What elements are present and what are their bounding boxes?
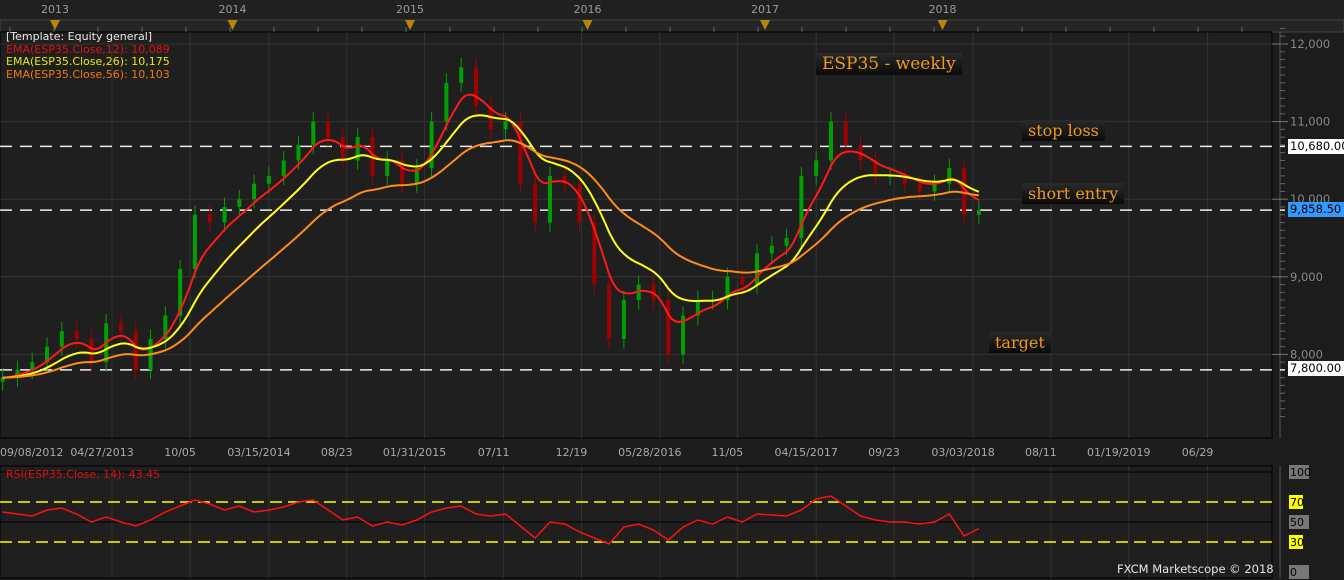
- candle-up: [814, 160, 819, 176]
- candle-down: [133, 331, 138, 370]
- date-tick-label: 07/11: [478, 446, 510, 459]
- candle-up: [237, 199, 242, 207]
- ema26-legend[interactable]: EMA(ESP35.Close,26): 10,175: [6, 55, 170, 69]
- year-label: 2015: [396, 3, 424, 16]
- year-label: 2014: [219, 3, 247, 16]
- chart-title-annotation[interactable]: ESP35 - weekly: [816, 53, 962, 75]
- rsi-tick-label: 30: [1290, 536, 1304, 549]
- candle-down: [607, 284, 612, 339]
- date-tick-label: 06/29: [1182, 446, 1214, 459]
- candle-down: [118, 323, 123, 332]
- date-tick-label: 04/15/2017: [774, 446, 837, 459]
- date-tick-label: 09/23: [868, 446, 900, 459]
- stop-loss-price-label: 10,680.00: [1288, 139, 1344, 154]
- price-tick-label: 11,000: [1290, 115, 1330, 129]
- tick-strip: [0, 19, 1344, 33]
- candle-up: [296, 144, 301, 161]
- candle-down: [740, 276, 745, 285]
- candle-down: [577, 183, 582, 223]
- price-tick-label: 8,000: [1290, 347, 1323, 361]
- rsi-tick-label: 70: [1290, 496, 1304, 509]
- candle-down: [89, 338, 94, 363]
- ema56-legend[interactable]: EMA(ESP35.Close,56): 10,103: [6, 68, 170, 82]
- candle-down: [533, 183, 538, 223]
- year-label: 2018: [929, 3, 957, 16]
- target-price-label: 7,800.00: [1288, 361, 1344, 376]
- candle-up: [947, 168, 952, 184]
- candle-down: [74, 331, 79, 339]
- date-tick-label: 08/11: [1025, 446, 1057, 459]
- target-annotation[interactable]: target: [989, 332, 1051, 353]
- candle-up: [621, 300, 626, 339]
- date-tick-label: 01/31/2015: [383, 446, 446, 459]
- date-tick-label: 12/19: [556, 446, 588, 459]
- date-tick-label: 11/05: [712, 446, 744, 459]
- price-tick-label: 9,000: [1290, 270, 1323, 284]
- candle-down: [666, 300, 671, 355]
- candle-up: [828, 121, 833, 161]
- current-price-label: 9,858.50: [1288, 202, 1344, 217]
- year-label: 2017: [751, 3, 779, 16]
- date-tick-label: 01/19/2019: [1087, 446, 1150, 459]
- year-label: 2016: [574, 3, 602, 16]
- chart-canvas: 2013 2014 2015 2016 2017 2018 09/08/2012 04/27/…: [0, 0, 1344, 580]
- candle-down: [473, 67, 478, 107]
- year-bar: [0, 0, 1344, 20]
- candle-up: [311, 121, 316, 145]
- candle-down: [326, 121, 331, 138]
- date-tick-label: 03/15/2014: [227, 446, 290, 459]
- candle-up: [784, 238, 789, 246]
- stop-loss-annotation[interactable]: stop loss: [1022, 120, 1105, 141]
- candle-down: [917, 183, 922, 192]
- candle-up: [252, 183, 257, 200]
- year-label: 2013: [41, 3, 69, 16]
- candle-up: [769, 245, 774, 254]
- candle-down: [340, 137, 345, 161]
- short-entry-annotation[interactable]: short entry: [1022, 183, 1125, 204]
- date-tick-label: 03/03/2018: [931, 446, 994, 459]
- candle-up: [192, 214, 197, 270]
- copyright-footer: FXCM Marketscope © 2018: [1117, 562, 1274, 576]
- candle-up: [444, 82, 449, 122]
- candle-up: [459, 67, 464, 83]
- rsi-legend[interactable]: RSI(ESP35.Close, 14): 43.45: [6, 468, 160, 481]
- price-plot-area: [0, 31, 1273, 439]
- candle-up: [976, 210, 981, 215]
- rsi-tick-label: 50: [1290, 516, 1304, 529]
- candle-down: [843, 121, 848, 145]
- candle-up: [755, 253, 760, 285]
- candle-up: [59, 331, 64, 347]
- indicator-legend: [Template: Equity general] EMA(ESP35.Clo…: [6, 30, 170, 82]
- candle-up: [281, 160, 286, 176]
- rsi-tick-label: 0: [1290, 566, 1297, 579]
- candle-down: [207, 214, 212, 223]
- date-tick-label: 05/28/2016: [618, 446, 681, 459]
- rsi-tick-label: 100: [1290, 466, 1311, 479]
- candle-up: [266, 175, 271, 184]
- date-tick-label: 04/27/2013: [70, 446, 133, 459]
- date-tick-label: 09/08/2012: [0, 446, 63, 459]
- date-tick-label: 08/23: [321, 446, 353, 459]
- candle-up: [385, 160, 390, 176]
- candle-up: [503, 121, 508, 130]
- template-label: [Template: Equity general]: [6, 30, 153, 43]
- candle-up: [222, 206, 227, 223]
- date-tick-label: 10/05: [164, 446, 196, 459]
- price-tick-label: 12,000: [1290, 37, 1330, 51]
